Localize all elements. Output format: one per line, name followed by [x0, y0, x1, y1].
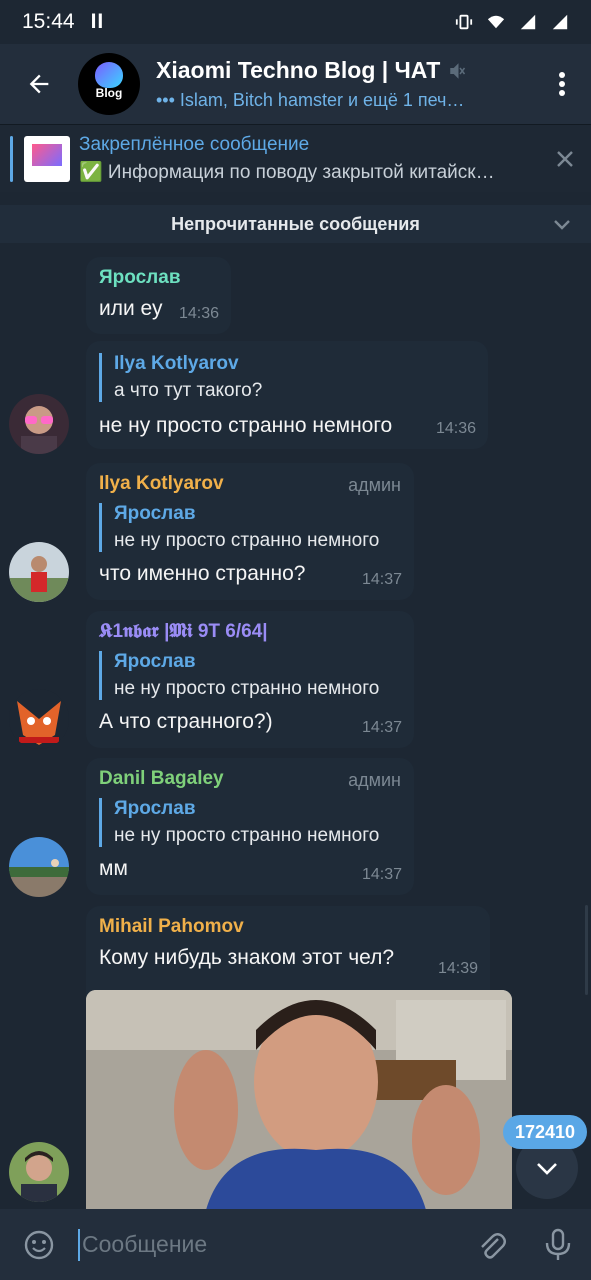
message-time: 14:36 [178, 305, 219, 322]
chevron-down-icon [537, 1163, 557, 1175]
pinned-body: ✅ Информация по поводу закрытой китайск… [79, 161, 495, 183]
more-menu-button[interactable] [533, 44, 591, 124]
pinned-title: Закреплённое сообщение [79, 133, 310, 155]
close-pinned-button[interactable] [539, 125, 591, 193]
message-input[interactable] [78, 1228, 459, 1261]
pinned-message-bar[interactable]: Закреплённое сообщение ✅ Информация по п… [0, 124, 591, 192]
avatar[interactable] [9, 837, 69, 897]
unread-messages-banner: Непрочитанные сообщения [0, 205, 591, 243]
message-time: 14:37 [361, 571, 402, 588]
avatar[interactable] [9, 394, 69, 454]
chat-title-row: Xiaomi Techno Blog | ЧАТ [156, 57, 533, 84]
message-sender[interactable]: 𝕶1𝖓𝖇𝖆𝖗 |𝕸𝖎 9T 6/64| [99, 621, 401, 643]
reply-preview[interactable]: Ilya Kotlyarov а что тут такого? [99, 353, 475, 402]
signal-2-icon [552, 14, 568, 30]
chat-avatar[interactable]: Blog [78, 53, 140, 115]
avatar[interactable] [9, 1142, 69, 1202]
scroll-indicator[interactable] [585, 905, 588, 995]
back-button[interactable] [0, 44, 78, 124]
avatar-logo-text: Blog [95, 86, 123, 100]
reply-text: не ну просто странно немного [114, 678, 380, 699]
more-vertical-icon [559, 72, 565, 96]
message-time: 14:37 [361, 719, 402, 736]
message-bubble[interactable]: Ilya Kotlyarov админ Ярослав не ну прост… [86, 463, 414, 600]
muted-icon [450, 62, 466, 79]
message-text: мм [99, 857, 128, 880]
typing-status: ••• Islam, Bitch hamster и ещё 1 печ… [156, 90, 465, 110]
message-sender[interactable]: Ярослав [99, 267, 218, 289]
unread-banner-text: Непрочитанные сообщения [171, 213, 420, 234]
person-photo-image [86, 990, 512, 1210]
pinned-accent-bar [10, 135, 13, 182]
message-text: А что странного?) [99, 710, 273, 733]
admin-badge: админ [348, 475, 401, 495]
pinned-thumbnail [24, 135, 70, 182]
reply-preview[interactable]: Ярослав не ну просто странно немного [99, 798, 401, 847]
chat-title: Xiaomi Techno Blog | ЧАТ [156, 57, 441, 83]
microphone-icon [545, 1228, 571, 1260]
vibrate-icon [455, 14, 473, 30]
message-bubble[interactable]: 𝕶1𝖓𝖇𝖆𝖗 |𝕸𝖎 9T 6/64| Ярослав не ну просто… [86, 611, 414, 748]
avatar[interactable] [9, 542, 69, 602]
reply-author: Ярослав [114, 503, 196, 524]
reply-author: Ярослав [114, 651, 196, 672]
chevron-down-icon [554, 220, 570, 230]
paperclip-icon [481, 1232, 506, 1259]
message-bubble[interactable]: Danil Bagaley админ Ярослав не ну просто… [86, 758, 414, 895]
reply-text: не ну просто странно немного [114, 530, 380, 551]
wifi-icon [487, 15, 505, 29]
avatar[interactable] [9, 689, 69, 749]
reply-text: а что тут такого? [114, 380, 263, 401]
reply-author: Ilya Kotlyarov [114, 353, 239, 374]
message-time: 14:39 [437, 960, 478, 977]
attach-button[interactable] [459, 1209, 525, 1280]
reply-text: не ну просто странно немного [114, 825, 380, 846]
microphone-button[interactable] [525, 1209, 591, 1280]
status-time: 15:44 [22, 10, 75, 33]
reply-preview[interactable]: Ярослав не ну просто странно немного [99, 651, 401, 700]
reply-preview[interactable]: Ярослав не ну просто странно немного [99, 503, 401, 552]
chat-info[interactable]: Xiaomi Techno Blog | ЧАТ ••• Islam, Bitc… [156, 57, 533, 111]
emoji-icon [24, 1230, 54, 1259]
message-composer [0, 1209, 591, 1280]
message-photo[interactable] [86, 990, 512, 1210]
message-text: не ну просто странно немного [99, 414, 393, 437]
close-icon [557, 150, 573, 167]
chat-header: Blog Xiaomi Techno Blog | ЧАТ ••• Islam,… [0, 44, 591, 124]
message-sender[interactable]: Mihail Pahomov [99, 916, 477, 938]
pinned-text: Закреплённое сообщение ✅ Информация по п… [79, 134, 539, 184]
arrow-left-icon [29, 74, 49, 94]
message-time: 14:36 [435, 420, 476, 437]
admin-badge: админ [348, 770, 401, 790]
message-text: Кому нибудь знаком этот чел? [99, 946, 395, 969]
media-pause-icon: II [90, 10, 105, 33]
signal-icon [520, 14, 536, 30]
emoji-button[interactable] [0, 1209, 78, 1280]
message-text: что именно странно? [99, 562, 306, 585]
reply-author: Ярослав [114, 798, 196, 819]
message-bubble[interactable]: Ярослав или еу 14:36 [86, 257, 231, 334]
message-time: 14:37 [361, 866, 402, 883]
blog-logo-icon [95, 62, 123, 88]
message-bubble[interactable]: Ilya Kotlyarov а что тут такого? не ну п… [86, 341, 488, 449]
status-bar: 15:44 II [0, 0, 591, 44]
unread-count-badge[interactable]: 172410 [503, 1115, 588, 1149]
